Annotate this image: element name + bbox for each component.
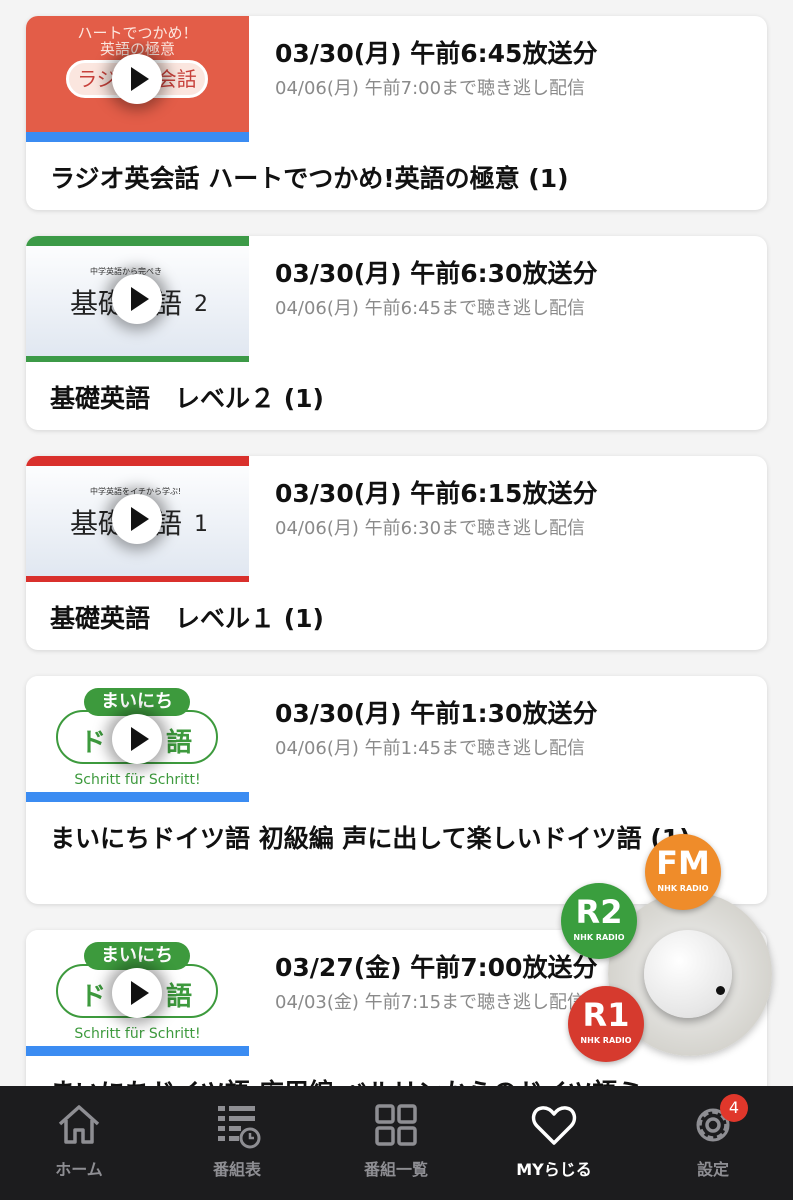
tab-label: ホーム — [55, 1160, 103, 1179]
catchup-deadline: 04/06(月) 午前6:45まで聴き逃し配信 — [275, 298, 586, 319]
accent-bar — [26, 132, 249, 142]
station-r1-button[interactable]: R1 NHK RADIO — [568, 986, 644, 1062]
air-date: 03/27(金) 午前7:00放送分 — [275, 953, 598, 982]
play-icon[interactable] — [112, 494, 162, 544]
play-icon[interactable] — [112, 54, 162, 104]
episode-title[interactable]: ラジオ英会話 ハートでつかめ!英語の極意 (1) — [50, 160, 740, 198]
dial-indicator — [716, 986, 725, 995]
episode-thumbnail[interactable]: 中学英語から完ぺき 基礎英語 2 — [26, 236, 249, 362]
play-icon[interactable] — [112, 274, 162, 324]
thumb-logo: ド — [80, 982, 107, 1012]
accent-bar — [26, 456, 249, 466]
thumb-logo: 語 — [166, 982, 193, 1012]
episode-thumbnail[interactable]: ド 語 まいにち Schritt für Schritt! — [26, 676, 249, 802]
air-date: 03/30(月) 午前6:30放送分 — [275, 259, 598, 288]
episode-card[interactable]: 中学英語から完ぺき 基礎英語 2 03/30(月) 午前6:30放送分 04/0… — [26, 236, 767, 430]
bottom-tab-bar: ホーム 番組表 番組一覧 MYらじる 4 設定 — [0, 1086, 793, 1200]
dial-knob[interactable] — [644, 930, 732, 1018]
episode-title[interactable]: まいにちドイツ語 初級編 声に出して楽しいドイツ語 (1) — [50, 820, 740, 858]
thumb-level: 1 — [194, 512, 208, 537]
thumb-level: 2 — [194, 292, 208, 317]
tab-label: 番組一覧 — [363, 1160, 428, 1179]
air-date: 03/30(月) 午前6:15放送分 — [275, 479, 598, 508]
station-code: FM — [656, 844, 710, 882]
station-sub: NHK RADIO — [580, 1036, 632, 1045]
accent-bar — [26, 1046, 249, 1056]
episode-title[interactable]: 基礎英語 レベル１ (1) — [50, 600, 740, 638]
tab-my-radio[interactable]: MYらじる — [475, 1086, 633, 1200]
play-icon[interactable] — [112, 968, 162, 1018]
episode-thumbnail[interactable]: ハートでつかめ！ 英語の極意 ラジオ英会話 — [26, 16, 249, 142]
home-icon — [58, 1105, 100, 1144]
thumb-caption: Schritt für Schritt! — [74, 772, 201, 788]
tab-program-list[interactable]: 番組一覧 — [317, 1086, 475, 1200]
tab-home[interactable]: ホーム — [0, 1086, 158, 1200]
station-code: R2 — [575, 893, 623, 931]
air-date: 03/30(月) 午前6:45放送分 — [275, 39, 598, 68]
schedule-icon — [218, 1106, 261, 1149]
grid-icon — [375, 1104, 417, 1146]
episode-card[interactable]: 中学英語をイチから学ぶ! 基礎英語 1 03/30(月) 午前6:15放送分 0… — [26, 456, 767, 650]
catchup-deadline: 04/06(月) 午前7:00まで聴き逃し配信 — [275, 78, 586, 99]
tab-label: 番組表 — [212, 1160, 261, 1179]
thumb-caption: Schritt für Schritt! — [74, 1026, 201, 1042]
tab-label: MYらじる — [516, 1160, 592, 1179]
thumb-caption: まいにち — [84, 942, 190, 970]
accent-bar — [26, 236, 249, 246]
episode-card[interactable]: ハートでつかめ！ 英語の極意 ラジオ英会話 03/30(月) 午前6:45放送分… — [26, 16, 767, 210]
station-r2-button[interactable]: R2 NHK RADIO — [561, 883, 637, 959]
catchup-deadline: 04/06(月) 午前6:30まで聴き逃し配信 — [275, 518, 586, 539]
thumb-logo: ド — [80, 728, 107, 758]
air-date: 03/30(月) 午前1:30放送分 — [275, 699, 598, 728]
accent-bar — [26, 356, 249, 362]
episode-thumbnail[interactable]: ド 語 まいにち Schritt für Schritt! — [26, 930, 249, 1056]
episode-title[interactable]: 基礎英語 レベル２ (1) — [50, 380, 740, 418]
tab-schedule[interactable]: 番組表 — [158, 1086, 316, 1200]
station-code: R1 — [582, 996, 630, 1034]
play-icon[interactable] — [112, 714, 162, 764]
station-sub: NHK RADIO — [573, 933, 625, 942]
station-fm-button[interactable]: FM NHK RADIO — [645, 834, 721, 910]
heart-icon — [531, 1106, 577, 1145]
episode-thumbnail[interactable]: 中学英語をイチから学ぶ! 基礎英語 1 — [26, 456, 249, 582]
accent-bar — [26, 792, 249, 802]
thumb-logo: 語 — [166, 728, 193, 758]
episode-title[interactable]: まいにちドイツ語 応用編 ベルリンからのドイツ語ミ — [50, 1074, 740, 1086]
notification-badge: 4 — [720, 1094, 748, 1122]
tab-label: 設定 — [696, 1160, 729, 1179]
station-sub: NHK RADIO — [657, 884, 709, 893]
tab-settings[interactable]: 4 設定 — [634, 1086, 792, 1200]
catchup-deadline: 04/06(月) 午前1:45まで聴き逃し配信 — [275, 738, 586, 759]
thumb-caption: まいにち — [84, 688, 190, 716]
accent-bar — [26, 576, 249, 582]
catchup-deadline: 04/03(金) 午前7:15まで聴き逃し配信 — [275, 992, 586, 1013]
